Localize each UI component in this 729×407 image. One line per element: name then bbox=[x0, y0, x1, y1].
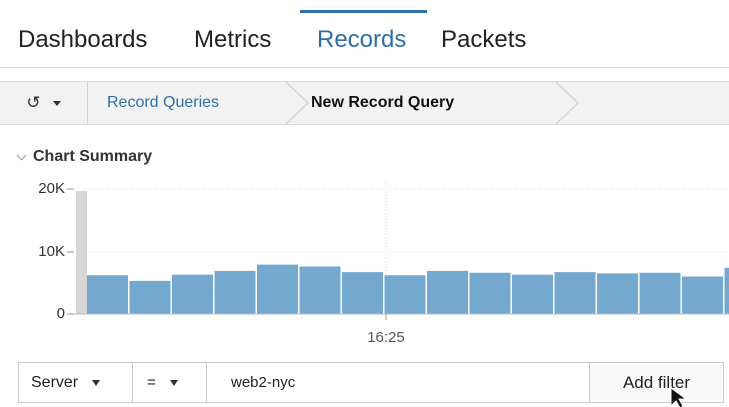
y-tick-label: 10K bbox=[38, 243, 65, 260]
tab-metrics[interactable]: Metrics bbox=[194, 26, 271, 54]
histogram-bar[interactable] bbox=[214, 270, 256, 314]
filter-bar: Server = ✖ Add filter bbox=[18, 362, 724, 403]
filter-field-label: Server bbox=[31, 373, 79, 391]
breadcrumb: ↺ Record Queries New Record Query bbox=[0, 81, 729, 125]
filter-field-select[interactable]: Server bbox=[19, 363, 133, 402]
histogram-bar[interactable] bbox=[384, 275, 426, 314]
histogram-bar[interactable] bbox=[639, 272, 681, 314]
filter-value-input[interactable] bbox=[207, 363, 597, 402]
breadcrumb-new-record-query: New Record Query bbox=[311, 94, 455, 111]
y-tick-label: 20K bbox=[38, 180, 65, 197]
histogram-bar[interactable] bbox=[427, 270, 468, 314]
histogram-bar[interactable] bbox=[682, 276, 723, 315]
filter-operator-label: = bbox=[147, 374, 156, 391]
bar-series bbox=[87, 264, 729, 315]
add-filter-button[interactable]: Add filter bbox=[589, 363, 723, 402]
x-tick-label: 16:25 bbox=[367, 329, 405, 346]
caret-down-icon bbox=[92, 379, 101, 386]
histogram-bar[interactable] bbox=[257, 264, 298, 314]
histogram-bar[interactable] bbox=[87, 275, 128, 314]
mouse-cursor-icon bbox=[670, 388, 688, 407]
histogram-bar[interactable] bbox=[724, 267, 729, 314]
histogram-bar[interactable] bbox=[129, 280, 171, 314]
section-title: Chart Summary bbox=[33, 148, 153, 165]
histogram-bar[interactable] bbox=[554, 272, 596, 314]
breadcrumb-separator-icon bbox=[555, 82, 579, 124]
histogram-bar[interactable] bbox=[597, 273, 638, 314]
top-nav: Dashboards Metrics Records Packets bbox=[0, 0, 729, 68]
histogram-bar[interactable] bbox=[172, 274, 213, 314]
y-axis: 20K 10K 0 bbox=[38, 180, 74, 322]
histogram-bar[interactable] bbox=[299, 266, 341, 315]
tab-records[interactable]: Records bbox=[317, 26, 406, 54]
caret-down-icon bbox=[52, 100, 61, 106]
breadcrumb-record-queries[interactable]: Record Queries bbox=[107, 82, 219, 124]
caret-down-icon bbox=[169, 379, 178, 386]
chart-summary-toggle[interactable]: Chart Summary bbox=[16, 148, 153, 166]
selection-handle[interactable] bbox=[76, 191, 87, 314]
tab-packets[interactable]: Packets bbox=[441, 26, 526, 54]
breadcrumb-separator-icon bbox=[285, 82, 309, 124]
histogram-bar[interactable] bbox=[469, 272, 511, 314]
filter-operator-select[interactable]: = bbox=[133, 363, 207, 402]
chevron-down-icon bbox=[16, 150, 27, 160]
history-icon: ↺ bbox=[26, 93, 41, 113]
active-tab-indicator bbox=[300, 10, 427, 13]
y-tick-label: 0 bbox=[57, 305, 65, 322]
record-histogram-chart[interactable]: 20K 10K 0 16:25 bbox=[0, 175, 729, 350]
histogram-bar[interactable] bbox=[512, 274, 553, 314]
history-dropdown-button[interactable]: ↺ bbox=[0, 82, 88, 124]
histogram-bar[interactable] bbox=[342, 272, 383, 314]
tab-dashboards[interactable]: Dashboards bbox=[18, 26, 147, 54]
